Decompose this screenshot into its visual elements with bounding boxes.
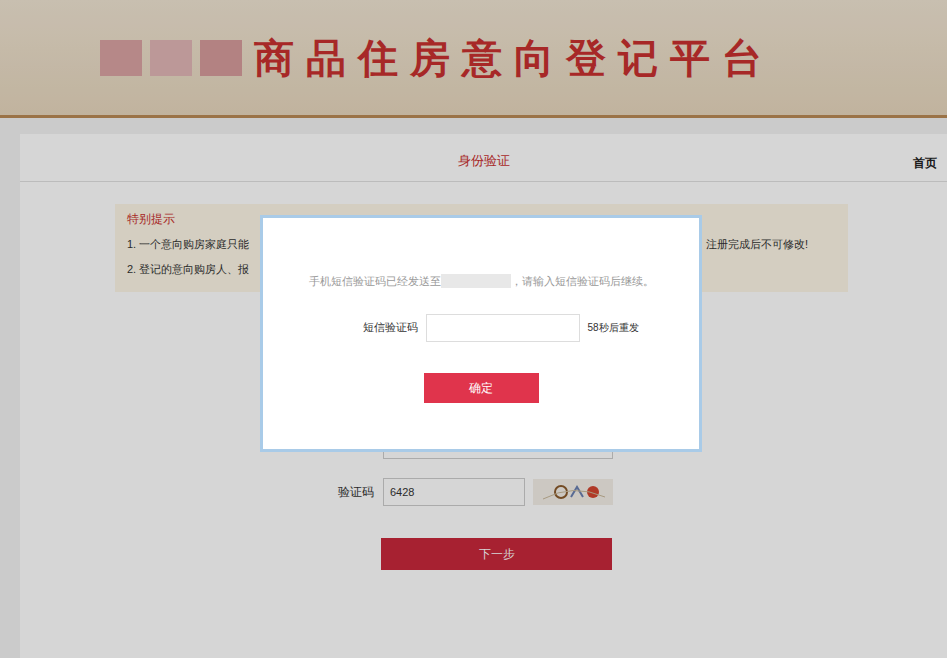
sms-field-row: 短信验证码 58秒后重发 — [363, 314, 638, 342]
app: 商品住房意向登记平台身份验证首页特别提示1. 一个意向购房家庭只能，注册完成后不… — [0, 0, 947, 658]
sms-message: 手机短信验证码已经发送至，请输入短信验证码后继续。 — [309, 273, 654, 290]
sms-modal: 手机短信验证码已经发送至，请输入短信验证码后继续。短信验证码 58秒后重发确定 — [260, 215, 702, 452]
resend-countdown: 58秒后重发 — [587, 320, 638, 335]
confirm-button[interactable]: 确定 — [424, 373, 539, 403]
sms-input[interactable] — [426, 314, 580, 342]
sms-label: 短信验证码 — [363, 319, 418, 336]
phone-blurred — [441, 274, 511, 288]
